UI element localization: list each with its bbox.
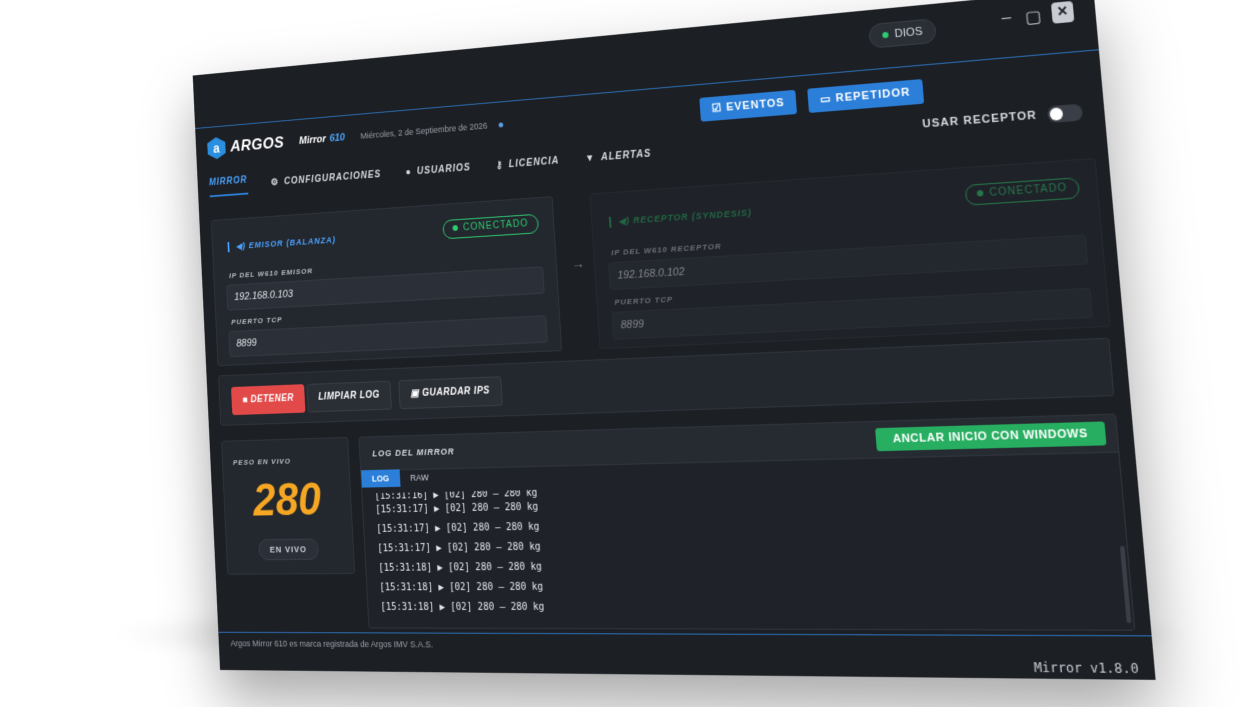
- panel-accent: [227, 242, 230, 253]
- limpiar-label: LIMPIAR LOG: [318, 389, 381, 403]
- minimize-icon[interactable]: –: [1001, 9, 1012, 28]
- arrow-right-icon: →: [571, 254, 586, 272]
- detener-label: DETENER: [250, 393, 295, 406]
- product-number: 610: [329, 131, 346, 145]
- tab-usuarios-label: USUARIOS: [416, 162, 472, 177]
- tab-configuraciones[interactable]: ⚙ CONFIGURACIONES: [271, 169, 382, 188]
- peso-value: 280: [251, 474, 323, 527]
- limpiar-log-button[interactable]: LIMPIAR LOG: [306, 380, 392, 413]
- save-icon: ▣: [410, 388, 423, 400]
- current-date: Miércoles, 2 de Septiembre de 2026: [360, 120, 488, 141]
- repetidor-button[interactable]: ▭ REPETIDOR: [807, 79, 924, 113]
- user-badge-label: DIOS: [894, 25, 923, 41]
- key-icon: ⚷: [495, 159, 504, 171]
- brand-name: ARGOS: [229, 133, 285, 156]
- tab-alertas-label: ALERTAS: [600, 148, 652, 163]
- tab-log[interactable]: LOG: [361, 469, 401, 488]
- title-bar: DIOS – ▢ ×: [192, 0, 1099, 129]
- log-header: LOG DEL MIRROR ANCLAR INICIO CON WINDOWS: [359, 414, 1119, 472]
- emisor-title: ◀) EMISOR (BALANZA): [227, 234, 337, 253]
- receptor-port-label: PUERTO TCP: [614, 294, 674, 307]
- receptor-panel: ◀) RECEPTOR (SYNDESIS) CONECTADO IP DEL …: [589, 157, 1111, 350]
- connected-dot-icon: [452, 225, 458, 232]
- receptor-ip-label: IP DEL W610 RECEPTOR: [610, 241, 722, 258]
- emisor-status-badge: CONECTADO: [442, 213, 540, 240]
- peso-panel: PESO EN VIVO 280 EN VIVO: [221, 436, 356, 575]
- tab-licencia[interactable]: ⚷ LICENCIA: [496, 155, 560, 170]
- connected-dot-icon: [976, 190, 984, 198]
- usar-receptor-toggle-row: USAR RECEPTOR: [922, 103, 1084, 133]
- signal-icon: ◀): [235, 240, 249, 251]
- tab-usuarios[interactable]: ● USUARIOS: [405, 162, 471, 177]
- receptor-status-badge: CONECTADO: [964, 177, 1081, 206]
- stage: DIOS – ▢ × a ARGOS Mirror 610 Miércoles, …: [0, 0, 1251, 707]
- footer-version: Mirror v1.8.0: [1033, 659, 1140, 677]
- log-lines: [15:31:16] ▶ [02] 280 – 280 kg [15:31:17…: [374, 490, 544, 618]
- argos-logo-icon: a: [207, 136, 226, 159]
- anclar-inicio-button[interactable]: ANCLAR INICIO CON WINDOWS: [875, 421, 1107, 452]
- log-line: [15:31:18] ▶ [02] 280 – 280 kg: [380, 601, 545, 613]
- emisor-title-text: EMISOR (BALANZA): [248, 234, 337, 251]
- log-scrollbar[interactable]: [1119, 545, 1132, 624]
- checkbox-icon: ☑: [711, 101, 727, 115]
- log-title: LOG DEL MIRROR: [372, 446, 455, 459]
- monitor-icon: ▭: [819, 92, 837, 106]
- receptor-status-text: CONECTADO: [989, 182, 1068, 199]
- gears-icon: ⚙: [270, 176, 280, 188]
- detener-button[interactable]: ■ DETENER: [231, 384, 306, 416]
- warning-icon: ▼: [584, 152, 596, 164]
- tab-alertas[interactable]: ▼ ALERTAS: [585, 148, 652, 164]
- log-line: [15:31:18] ▶ [02] 280 – 280 kg: [378, 561, 543, 574]
- maximize-icon[interactable]: ▢: [1024, 6, 1042, 28]
- footer: Argos Mirror 610 es marca registrada de …: [218, 631, 1156, 680]
- eventos-label: EVENTOS: [725, 96, 785, 114]
- emisor-port-label: PUERTO TCP: [231, 315, 283, 327]
- emisor-status-text: CONECTADO: [462, 218, 529, 234]
- usar-receptor-label: USAR RECEPTOR: [922, 109, 1038, 131]
- tab-configuraciones-label: CONFIGURACIONES: [283, 168, 382, 187]
- log-panel: LOG DEL MIRROR ANCLAR INICIO CON WINDOWS…: [358, 413, 1136, 631]
- en-vivo-badge: EN VIVO: [258, 538, 319, 561]
- eventos-button[interactable]: ☑ EVENTOS: [699, 89, 798, 122]
- log-line: [15:31:17] ▶ [02] 280 – 280 kg: [377, 541, 541, 555]
- tab-raw[interactable]: RAW: [399, 468, 440, 486]
- signal-icon: ◀): [618, 215, 634, 227]
- panel-accent: [608, 216, 612, 228]
- product-name: Mirror: [298, 133, 327, 147]
- emisor-panel: ◀) EMISOR (BALANZA) CONECTADO IP DEL W61…: [210, 196, 563, 367]
- log-line: [15:31:18] ▶ [02] 280 – 280 kg: [379, 581, 544, 594]
- tab-licencia-label: LICENCIA: [508, 155, 560, 170]
- log-tabs: LOG RAW: [361, 468, 440, 488]
- log-line: [15:31:17] ▶ [02] 280 – 280 kg: [375, 501, 539, 516]
- product-label: Mirror 610: [299, 132, 345, 147]
- user-badge[interactable]: DIOS: [868, 18, 937, 49]
- receptor-title: ◀) RECEPTOR (SYNDESIS): [608, 207, 753, 228]
- log-line: [15:31:17] ▶ [02] 280 – 280 kg: [376, 521, 540, 535]
- user-icon: ●: [405, 166, 412, 178]
- peso-label: PESO EN VIVO: [232, 456, 291, 467]
- close-icon[interactable]: ×: [1050, 0, 1075, 24]
- guardar-ips-button[interactable]: ▣ GUARDAR IPS: [398, 376, 503, 410]
- receptor-title-text: RECEPTOR (SYNDESIS): [632, 207, 753, 226]
- status-dot-icon: [498, 121, 503, 128]
- tab-mirror[interactable]: MIRROR: [208, 174, 248, 197]
- receptor-ip-field[interactable]: 192.168.0.102: [608, 234, 1089, 291]
- online-dot-icon: [882, 31, 889, 39]
- tab-mirror-label: MIRROR: [208, 174, 248, 188]
- emisor-ip-label: IP DEL W610 EMISOR: [228, 266, 314, 281]
- usar-receptor-toggle[interactable]: [1046, 103, 1084, 124]
- guardar-label: GUARDAR IPS: [421, 385, 491, 399]
- app-window: DIOS – ▢ × a ARGOS Mirror 610 Miércoles, …: [192, 0, 1156, 680]
- footer-copyright: Argos Mirror 610 es marca registrada de …: [230, 638, 434, 650]
- receptor-port-field[interactable]: 8899: [611, 287, 1093, 340]
- repetidor-label: REPETIDOR: [835, 86, 911, 105]
